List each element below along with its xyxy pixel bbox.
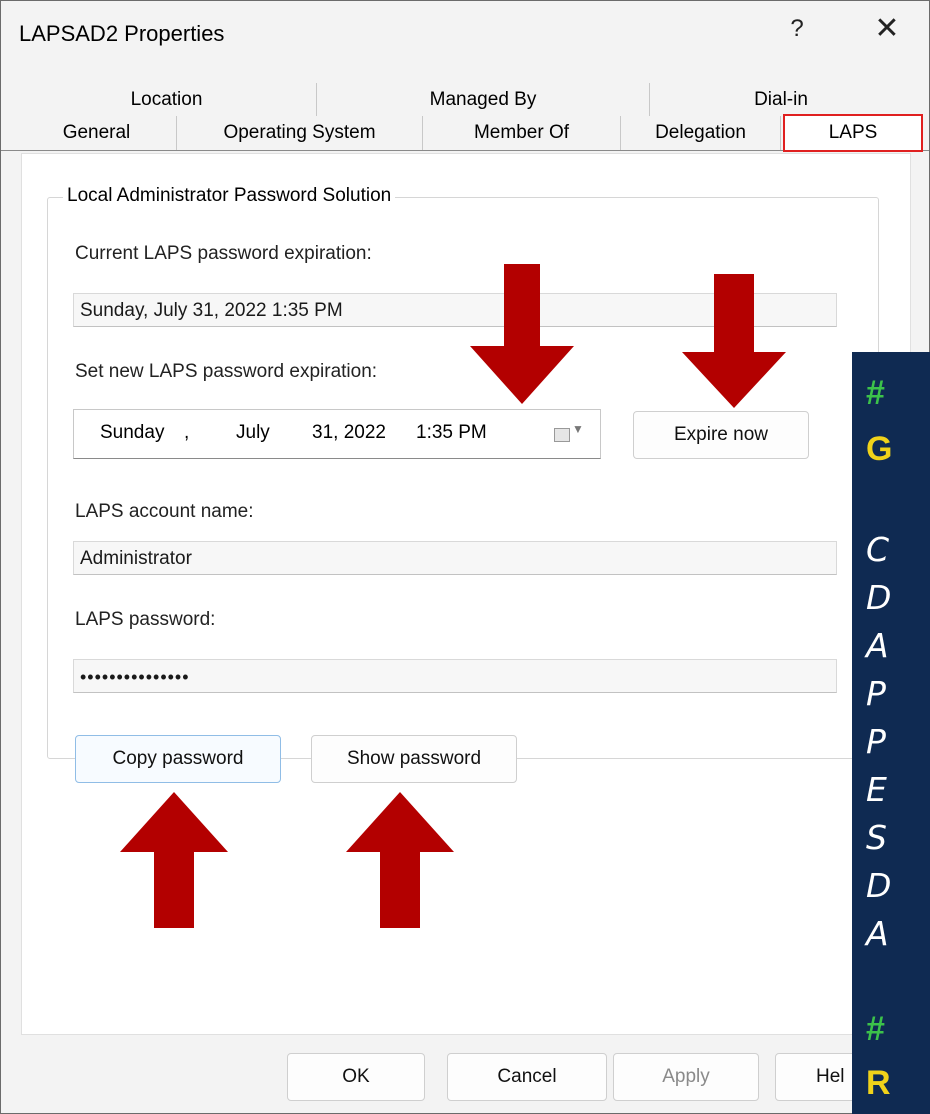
account-name-label: LAPS account name: bbox=[75, 501, 254, 522]
overlay-line: G bbox=[866, 430, 893, 468]
dtp-day[interactable]: Sunday bbox=[100, 422, 164, 444]
dtp-time[interactable]: 1:35 PM bbox=[416, 422, 487, 444]
current-expiration-label: Current LAPS password expiration: bbox=[75, 243, 372, 264]
properties-dialog: LAPSAD2 Properties ? ✕ Location Managed … bbox=[0, 0, 930, 1114]
overlay-line: S bbox=[866, 818, 887, 857]
down-arrow-icon bbox=[470, 264, 574, 404]
overlay-line: # bbox=[866, 374, 885, 412]
overlay-line: P bbox=[866, 674, 886, 713]
tab-laps[interactable]: LAPS bbox=[783, 114, 923, 152]
overlay-text-panel: # G C D A P P E S D A # R bbox=[852, 352, 930, 1114]
overlay-line: C bbox=[866, 530, 890, 569]
tab-member-of[interactable]: Member Of bbox=[423, 116, 621, 150]
overlay-line: E bbox=[866, 770, 887, 809]
apply-button: Apply bbox=[613, 1053, 759, 1101]
overlay-line: A bbox=[866, 914, 889, 953]
close-icon[interactable]: ✕ bbox=[867, 11, 907, 46]
show-password-button[interactable]: Show password bbox=[311, 735, 517, 783]
help-icon[interactable]: ? bbox=[777, 15, 817, 43]
tab-delegation[interactable]: Delegation bbox=[621, 116, 781, 150]
tab-dial-in[interactable]: Dial-in bbox=[650, 83, 912, 117]
account-name-field: Administrator bbox=[73, 541, 837, 575]
overlay-line: D bbox=[866, 866, 892, 905]
groupbox-legend: Local Administrator Password Solution bbox=[63, 185, 396, 207]
up-arrow-icon bbox=[346, 792, 454, 928]
dtp-date-year[interactable]: 31, 2022 bbox=[312, 422, 386, 444]
overlay-line: P bbox=[866, 722, 886, 761]
chevron-down-icon[interactable]: ▼ bbox=[572, 422, 584, 436]
overlay-line: A bbox=[866, 626, 889, 665]
title-bar: LAPSAD2 Properties ? ✕ bbox=[1, 1, 929, 67]
tab-operating-system[interactable]: Operating System bbox=[177, 116, 423, 150]
tab-managed-by[interactable]: Managed By bbox=[317, 83, 650, 117]
ok-button[interactable]: OK bbox=[287, 1053, 425, 1101]
tab-location[interactable]: Location bbox=[17, 83, 317, 117]
tab-general[interactable]: General bbox=[17, 116, 177, 150]
expiration-date-picker[interactable]: Sunday , July 31, 2022 1:35 PM ▼ bbox=[73, 409, 601, 459]
copy-password-button[interactable]: Copy password bbox=[75, 735, 281, 783]
overlay-line: D bbox=[866, 578, 892, 617]
dialog-title: LAPSAD2 Properties bbox=[19, 21, 225, 46]
overlay-line: # bbox=[866, 1010, 885, 1048]
expire-now-button[interactable]: Expire now bbox=[633, 411, 809, 459]
calendar-icon[interactable] bbox=[554, 428, 570, 442]
cancel-button[interactable]: Cancel bbox=[447, 1053, 607, 1101]
dtp-separator: , bbox=[184, 422, 190, 443]
new-expiration-label: Set new LAPS password expiration: bbox=[75, 361, 378, 382]
tab-row-1: Location Managed By Dial-in bbox=[1, 83, 929, 117]
dtp-month[interactable]: July bbox=[236, 422, 270, 444]
password-field: ••••••••••••••• bbox=[73, 659, 837, 693]
down-arrow-icon bbox=[682, 274, 786, 408]
tab-row-2: General Operating System Member Of Deleg… bbox=[1, 114, 929, 152]
password-label: LAPS password: bbox=[75, 609, 216, 630]
up-arrow-icon bbox=[120, 792, 228, 928]
overlay-line: R bbox=[866, 1064, 891, 1102]
